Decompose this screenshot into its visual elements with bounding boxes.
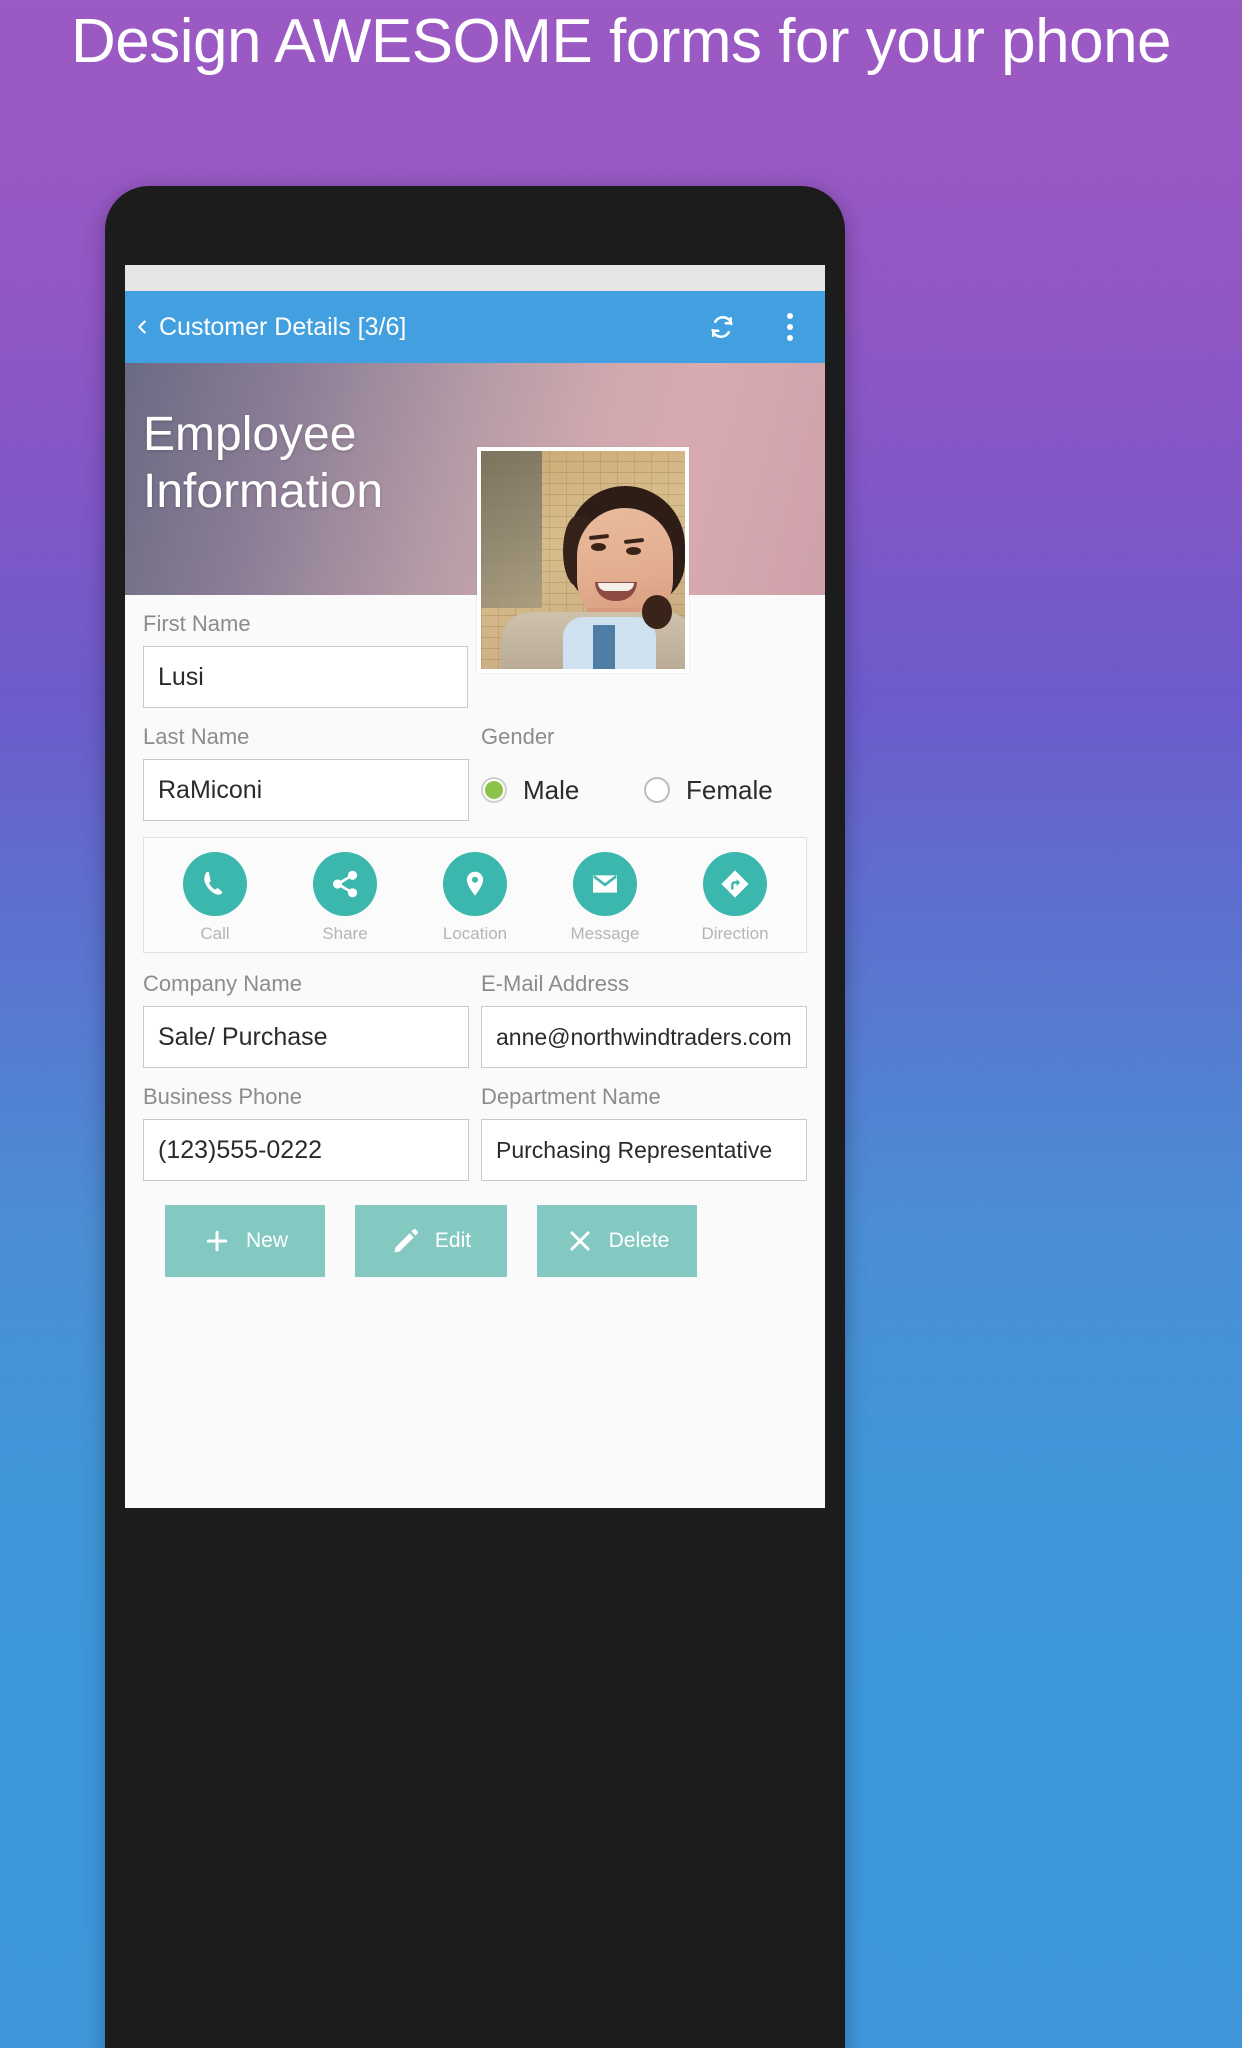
employee-photo [477,447,689,673]
gender-radio-group: Male Female [481,759,807,821]
bottom-spacer [143,1277,807,1337]
action-message[interactable]: Message [550,852,660,944]
action-message-label: Message [570,924,640,943]
email-label: E-Mail Address [481,971,629,996]
new-button-label: New [245,1229,288,1252]
sync-icon[interactable] [703,308,741,346]
gender-label: Gender [481,724,555,749]
field-gender: Gender Male Female [481,724,807,821]
email-input[interactable]: anne@northwindtraders.com [481,1006,807,1068]
app-bar-actions [703,308,809,346]
close-x-icon [565,1226,595,1256]
row-company-email: Company Name Sale/ Purchase E-Mail Addre… [143,971,807,1068]
business-phone-label: Business Phone [143,1084,302,1109]
action-share-label: Share [322,924,368,943]
chevron-left-icon[interactable] [129,314,155,340]
action-share[interactable]: Share [290,852,400,944]
plus-icon [202,1226,232,1256]
edit-button[interactable]: Edit [355,1205,507,1277]
action-direction[interactable]: Direction [680,852,790,944]
first-name-label: First Name [143,611,251,636]
gender-option-female[interactable]: Female [644,775,807,806]
first-name-input[interactable]: Lusi [143,646,469,708]
hero-title-line1: Employee [143,408,357,461]
gender-option-male[interactable]: Male [481,775,644,806]
field-first-name: First Name Lusi [143,611,469,708]
pencil-icon [391,1226,421,1256]
overflow-dots [787,313,793,341]
gender-male-label: Male [523,774,580,805]
action-call-label: Call [200,924,230,943]
hero-title-line2: Information [143,464,384,518]
gender-female-label: Female [686,774,773,805]
action-location[interactable]: Location [420,852,530,944]
action-direction-label: Direction [701,924,769,943]
phone-icon [183,852,247,916]
field-last-name: Last Name RaMiconi [143,724,469,821]
employee-photo-image [481,451,685,669]
promo-headline: Design AWESOME forms for your phone [70,7,1172,76]
share-icon [313,852,377,916]
delete-button-label: Delete [608,1229,670,1252]
new-button[interactable]: New [165,1205,325,1277]
app-bar-title: Customer Details [3/6] [159,312,407,341]
last-name-input[interactable]: RaMiconi [143,759,469,821]
row-phone-department: Business Phone (123)555-0222 Department … [143,1084,807,1181]
department-name-label: Department Name [481,1084,661,1109]
department-name-input[interactable]: Purchasing Representative [481,1119,807,1181]
directions-icon [703,852,767,916]
employee-form: First Name Lusi Last Name RaMiconi Gende… [125,595,825,1337]
field-department-name: Department Name Purchasing Representativ… [481,1084,807,1181]
form-action-buttons: New Edit Delete [143,1197,807,1277]
row-lastname-gender: Last Name RaMiconi Gender Male Female [143,724,807,821]
hero-title: Employee Information [143,407,383,520]
radio-female-icon[interactable] [644,777,670,803]
status-bar [125,265,825,291]
field-company-name: Company Name Sale/ Purchase [143,971,469,1068]
last-name-label: Last Name [143,724,250,749]
radio-male-icon[interactable] [481,777,507,803]
hero-header: Employee Information [125,363,825,595]
quick-actions-strip: Call Share Location Message Direction [143,837,807,953]
edit-button-label: Edit [434,1229,472,1252]
action-location-label: Location [442,924,508,943]
action-call[interactable]: Call [160,852,270,944]
field-email: E-Mail Address anne@northwindtraders.com [481,971,807,1068]
app-bar: Customer Details [3/6] [125,291,825,363]
phone-screen: Customer Details [3/6] Employee Informat… [125,265,825,1508]
company-name-label: Company Name [143,971,302,996]
envelope-icon [573,852,637,916]
phone-device-frame: Customer Details [3/6] Employee Informat… [105,186,845,2048]
delete-button[interactable]: Delete [537,1205,697,1277]
business-phone-input[interactable]: (123)555-0222 [143,1119,469,1181]
map-pin-icon [443,852,507,916]
company-name-input[interactable]: Sale/ Purchase [143,1006,469,1068]
more-vertical-icon[interactable] [771,308,809,346]
field-business-phone: Business Phone (123)555-0222 [143,1084,469,1181]
